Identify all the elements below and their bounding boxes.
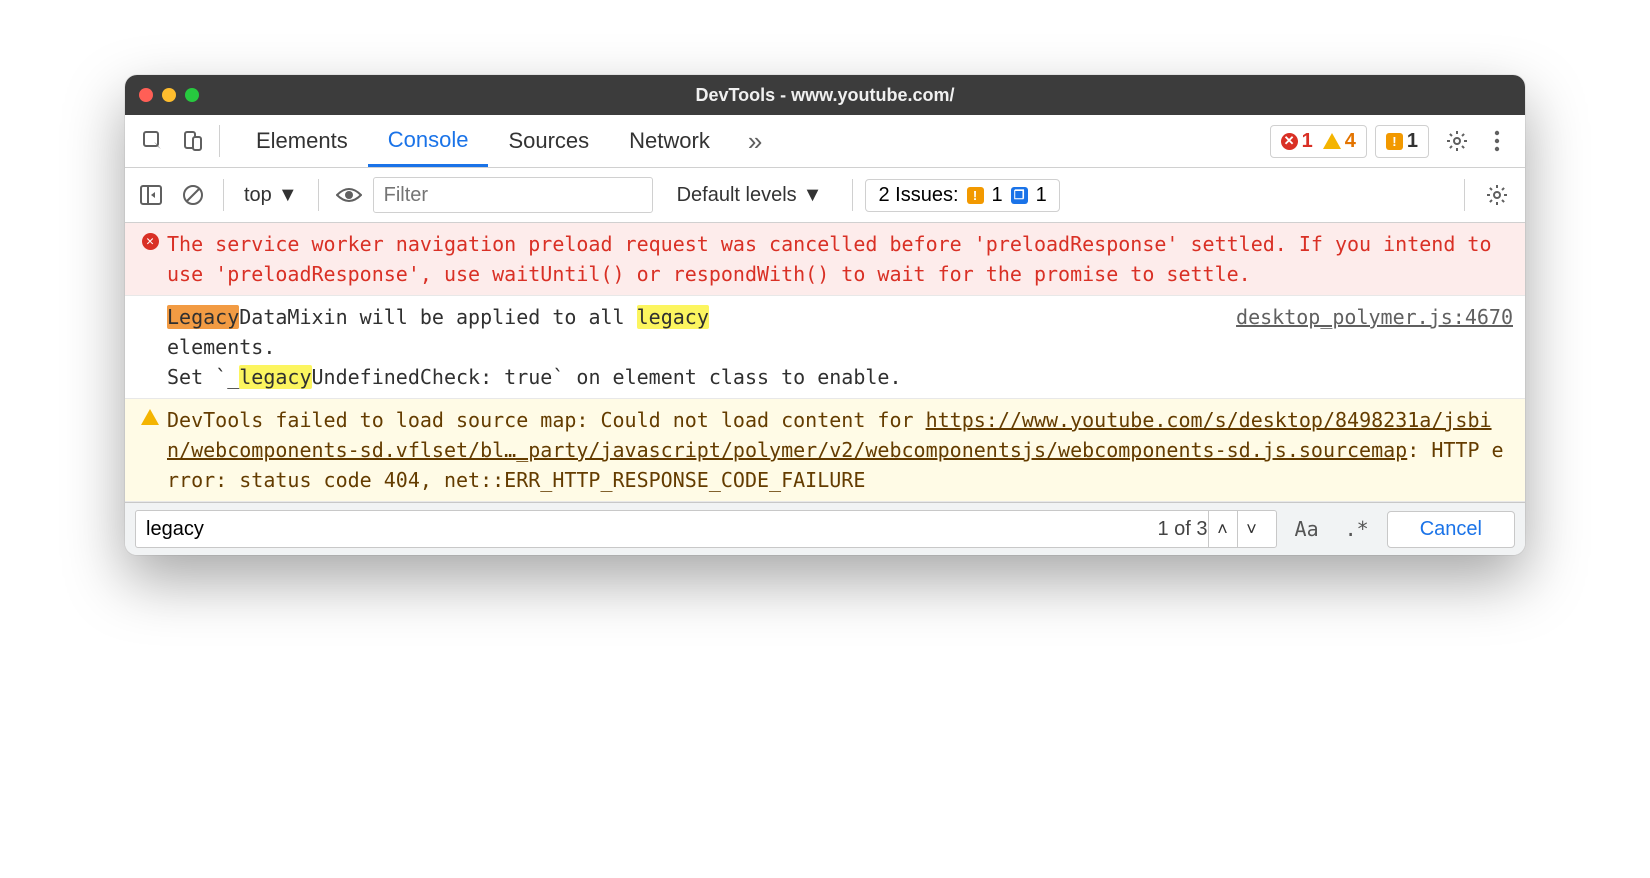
issues-summary[interactable]: 2 Issues: ! 1 ❐ 1 <box>865 179 1059 212</box>
titlebar: DevTools - www.youtube.com/ <box>125 75 1525 115</box>
tab-console[interactable]: Console <box>368 115 489 167</box>
divider <box>219 125 220 157</box>
maximize-window[interactable] <box>185 88 199 102</box>
devtools-window: DevTools - www.youtube.com/ Elements Con… <box>125 75 1525 555</box>
issues-badge[interactable]: ! 1 <box>1375 125 1429 158</box>
more-menu-icon[interactable] <box>1477 121 1517 161</box>
filter-input[interactable] <box>373 177 653 213</box>
close-window[interactable] <box>139 88 153 102</box>
context-label: top <box>244 184 272 207</box>
warning-icon <box>1323 133 1341 149</box>
issues-label: 2 Issues: <box>878 184 958 207</box>
find-count: 1 of 3 <box>1158 518 1208 541</box>
tab-sources[interactable]: Sources <box>488 115 609 167</box>
issue-icon: ! <box>1386 133 1403 150</box>
warning-message: DevTools failed to load source map: Coul… <box>167 405 1513 495</box>
divider <box>223 179 224 211</box>
error-message: The service worker navigation preload re… <box>167 229 1513 289</box>
console-messages: ✕ The service worker navigation preload … <box>125 223 1525 502</box>
issue-blue-count: 1 <box>1036 184 1047 207</box>
device-toggle-icon[interactable] <box>173 121 213 161</box>
error-warning-counts[interactable]: ✕ 1 4 <box>1270 125 1367 158</box>
tab-network[interactable]: Network <box>609 115 730 167</box>
search-match: legacy <box>239 365 311 389</box>
settings-gear-icon[interactable] <box>1437 121 1477 161</box>
error-icon: ✕ <box>1281 133 1298 150</box>
levels-label: Default levels <box>677 184 797 207</box>
clear-console-icon[interactable] <box>175 177 211 213</box>
issue-blue-icon: ❐ <box>1011 187 1028 204</box>
search-match-current: Legacy <box>167 305 239 329</box>
console-subbar: top ▼ Default levels ▼ 2 Issues: ! 1 ❐ 1 <box>125 168 1525 223</box>
console-error-row[interactable]: ✕ The service worker navigation preload … <box>125 223 1525 296</box>
inspect-element-icon[interactable] <box>133 121 173 161</box>
console-warning-row[interactable]: DevTools failed to load source map: Coul… <box>125 399 1525 502</box>
find-prev-icon[interactable]: ˄ <box>1208 511 1237 547</box>
search-match: legacy <box>637 305 709 329</box>
error-count: 1 <box>1302 130 1313 153</box>
traffic-lights <box>139 88 199 102</box>
log-message: LegacyDataMixin will be applied to all l… <box>167 302 1236 392</box>
tab-elements[interactable]: Elements <box>236 115 368 167</box>
issue-orange-icon: ! <box>967 187 984 204</box>
dropdown-icon: ▼ <box>803 184 823 207</box>
find-input[interactable]: legacy 1 of 3 ˄ ˅ <box>135 510 1277 548</box>
log-source-link[interactable]: desktop_polymer.js:4670 <box>1236 302 1513 392</box>
main-toolbar: Elements Console Sources Network » ✕ 1 4… <box>125 115 1525 168</box>
issue-orange-count: 1 <box>992 184 1003 207</box>
find-bar: legacy 1 of 3 ˄ ˅ Aa .* Cancel <box>125 502 1525 555</box>
more-tabs-icon[interactable]: » <box>730 115 780 167</box>
dropdown-icon: ▼ <box>278 184 298 207</box>
window-title: DevTools - www.youtube.com/ <box>125 85 1525 106</box>
regex-toggle[interactable]: .* <box>1337 513 1377 545</box>
divider <box>1464 179 1465 211</box>
live-expression-icon[interactable] <box>331 186 367 204</box>
context-selector[interactable]: top ▼ <box>236 180 306 211</box>
issue-count: 1 <box>1407 130 1418 153</box>
log-row-icon <box>133 302 167 392</box>
console-settings-icon[interactable] <box>1477 175 1517 215</box>
match-case-toggle[interactable]: Aa <box>1287 513 1327 545</box>
console-log-row[interactable]: LegacyDataMixin will be applied to all l… <box>125 296 1525 399</box>
minimize-window[interactable] <box>162 88 176 102</box>
warning-count: 4 <box>1345 130 1356 153</box>
divider <box>852 179 853 211</box>
cancel-button[interactable]: Cancel <box>1387 511 1515 548</box>
find-query: legacy <box>146 518 1158 541</box>
error-row-icon: ✕ <box>133 229 167 289</box>
divider <box>318 179 319 211</box>
panel-tabs: Elements Console Sources Network » <box>236 115 780 167</box>
warning-row-icon <box>133 405 167 495</box>
log-levels-selector[interactable]: Default levels ▼ <box>659 184 841 207</box>
console-sidebar-toggle-icon[interactable] <box>133 177 169 213</box>
find-next-icon[interactable]: ˅ <box>1237 511 1266 547</box>
